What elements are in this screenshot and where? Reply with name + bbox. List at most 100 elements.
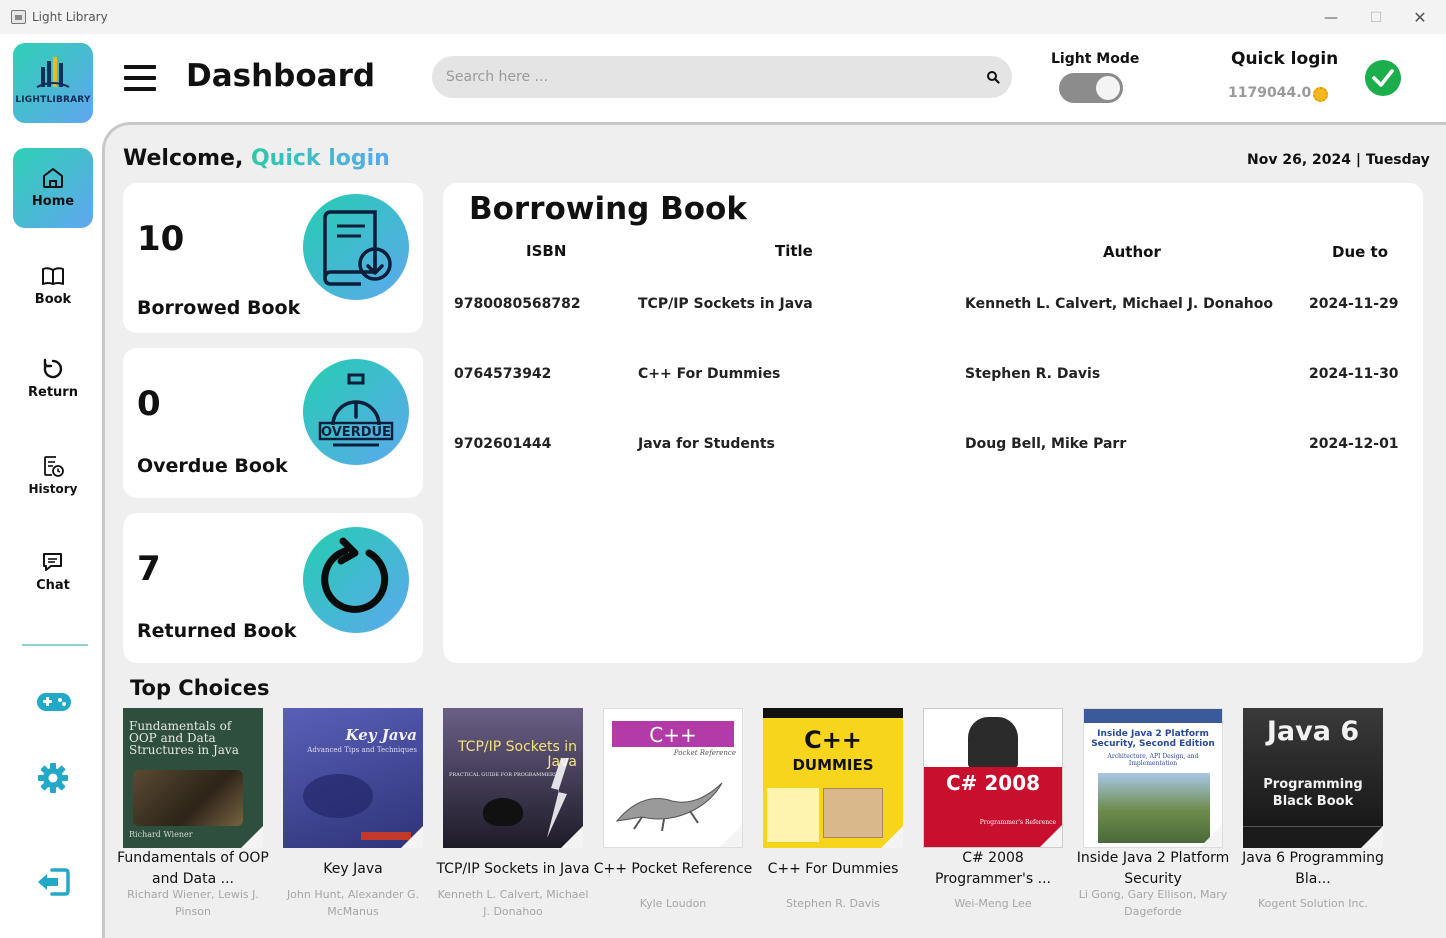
close-button[interactable]: ✕	[1409, 8, 1431, 28]
window-titlebar: Light Library — ☐ ✕	[0, 0, 1446, 34]
cover-subtitle: Programming Black Book	[1263, 777, 1363, 809]
cover-title: Java 6	[1266, 716, 1360, 747]
chat-icon	[43, 553, 62, 571]
book-card[interactable]: C++ Pocket Reference C++ Pocket Referenc…	[594, 708, 763, 928]
book-card[interactable]: C++ DUMMIES C++ For Dummies Stephen R. D…	[763, 708, 923, 928]
search-icon[interactable]	[986, 70, 1000, 84]
returned-label: Returned Book	[137, 620, 297, 642]
cover-title: C# 2008	[945, 771, 1041, 795]
book-download-icon	[303, 194, 409, 300]
overdue-book-card[interactable]: 0 Overdue Book OVERDUE	[123, 348, 423, 498]
hamburger-icon	[124, 65, 156, 69]
book-cover: Fundamentals of OOP and Data Structures …	[123, 708, 263, 848]
sidebar-item-chat[interactable]: Chat	[13, 532, 93, 612]
book-author: Kenneth L. Calvert, Michael J. Donahoo	[437, 888, 589, 918]
welcome-message: Welcome, Quick login	[123, 146, 390, 171]
window-title: Light Library	[32, 10, 108, 24]
sidebar-item-return[interactable]: Return	[13, 339, 93, 419]
cover-subtitle: Pocket Reference	[673, 749, 736, 757]
theme-toggle[interactable]	[1059, 73, 1123, 103]
cover-author: Richard Wiener	[129, 830, 193, 839]
history-icon	[44, 456, 64, 477]
cover-title: C++	[804, 726, 862, 754]
menu-toggle-button[interactable]	[124, 65, 156, 93]
cell-isbn: 9780080568782	[454, 296, 581, 312]
book-card[interactable]: Java 6 Programming Black Book Java 6 Pro…	[1242, 708, 1403, 928]
book-card[interactable]: Fundamentals of OOP and Data Structures …	[117, 708, 283, 928]
search-bar	[432, 56, 1012, 98]
return-arrow-icon	[303, 527, 409, 633]
borrowed-book-card[interactable]: 10 Borrowed Book	[123, 183, 423, 333]
cover-title: C++	[649, 723, 697, 747]
theme-mode-label: Light Mode	[1051, 51, 1140, 67]
book-card[interactable]: TCP/IP Sockets in Java PRACTICAL GUIDE F…	[436, 708, 603, 928]
stopwatch-overdue-icon: OVERDUE	[303, 359, 409, 465]
book-title: Key Java	[323, 860, 383, 877]
cover-subtitle: Advanced Tips and Techniques	[307, 746, 417, 754]
coin-icon	[1313, 87, 1328, 102]
column-header-author: Author	[1103, 243, 1161, 261]
book-title: Java 6 Programming Bla...	[1242, 850, 1384, 887]
book-cover: Key Java Advanced Tips and Techniques	[283, 708, 423, 848]
welcome-user-name: Quick login	[250, 146, 390, 171]
cover-illustration	[133, 770, 243, 826]
book-cover: C# 2008 Programmer's Reference	[923, 708, 1063, 848]
app-logo[interactable]: LIGHTLIBRARY	[13, 43, 93, 123]
sidebar-item-label: Return	[28, 385, 78, 400]
maximize-button[interactable]: ☐	[1365, 8, 1387, 28]
verified-check-icon[interactable]	[1365, 60, 1401, 96]
borrowing-title: Borrowing Book	[469, 191, 747, 227]
book-card[interactable]: Key Java Advanced Tips and Techniques Ke…	[283, 708, 443, 928]
column-header-title: Title	[775, 242, 813, 260]
home-icon	[43, 168, 63, 188]
logo-text: LIGHTLIBRARY	[15, 95, 91, 105]
book-cover: Java 6 Programming Black Book	[1243, 708, 1383, 848]
cover-title: Fundamentals of OOP and Data Structures …	[129, 719, 239, 757]
cell-due: 2024-12-01	[1309, 436, 1399, 452]
sidebar-item-label: Book	[34, 292, 72, 307]
cover-subtitle: DUMMIES	[792, 756, 874, 774]
user-balance: 1179044.0	[1228, 85, 1312, 101]
book-card[interactable]: C# 2008 Programmer's Reference C# 2008 P…	[923, 708, 1083, 928]
settings-icon[interactable]	[37, 762, 69, 794]
search-input[interactable]	[446, 65, 966, 89]
book-author: Stephen R. Davis	[785, 896, 880, 910]
book-card[interactable]: Inside Java 2 Platform Security, Second …	[1077, 708, 1243, 928]
overdue-label: Overdue Book	[137, 455, 288, 477]
book-author: Richard Wiener, Lewis J. Pinson	[127, 888, 259, 918]
overdue-badge-text: OVERDUE	[321, 425, 391, 440]
book-title: C++ For Dummies	[767, 860, 899, 877]
logout-icon[interactable]	[36, 867, 70, 897]
sidebar-item-book[interactable]: Book	[13, 246, 93, 326]
cell-due: 2024-11-29	[1309, 296, 1399, 312]
cell-isbn: 0764573942	[454, 366, 552, 382]
cover-subtitle: Architecture, API Design, and Implementa…	[1107, 753, 1199, 767]
book-author: Kyle Loudon	[639, 896, 707, 910]
cell-title: Java for Students	[638, 436, 775, 452]
book-title: TCP/IP Sockets in Java	[436, 860, 590, 877]
returned-book-card[interactable]: 7 Returned Book	[123, 513, 423, 663]
page-title: Dashboard	[186, 58, 376, 94]
cell-due: 2024-11-30	[1309, 366, 1399, 382]
minimize-button[interactable]: —	[1320, 8, 1342, 28]
welcome-prefix: Welcome,	[123, 146, 244, 171]
sidebar-item-history[interactable]: History	[13, 436, 93, 516]
book-cover: C++ DUMMIES	[763, 708, 903, 848]
sidebar-item-label: History	[28, 482, 78, 496]
cover-subtitle: Programmer's Reference	[979, 819, 1056, 826]
cover-title: Key Java	[345, 726, 417, 744]
current-date: Nov 26, 2024 | Tuesday	[1247, 152, 1430, 168]
book-author: Kogent Solution Inc.	[1258, 896, 1368, 910]
book-author: Wei-Meng Lee	[954, 896, 1032, 910]
borrowed-label: Borrowed Book	[137, 297, 301, 319]
library-logo-icon	[36, 57, 70, 88]
cell-title: TCP/IP Sockets in Java	[638, 296, 813, 312]
book-author: John Hunt, Alexander G. McManus	[286, 888, 420, 918]
user-name: Quick login	[1231, 49, 1339, 69]
gamepad-icon[interactable]	[36, 690, 72, 716]
sidebar-item-label: Home	[31, 194, 75, 209]
book-title: C# 2008 Programmer's ...	[934, 850, 1052, 887]
return-icon	[43, 358, 63, 379]
sidebar-item-home[interactable]: Home	[13, 148, 93, 228]
top-choices-title: Top Choices	[130, 676, 270, 700]
